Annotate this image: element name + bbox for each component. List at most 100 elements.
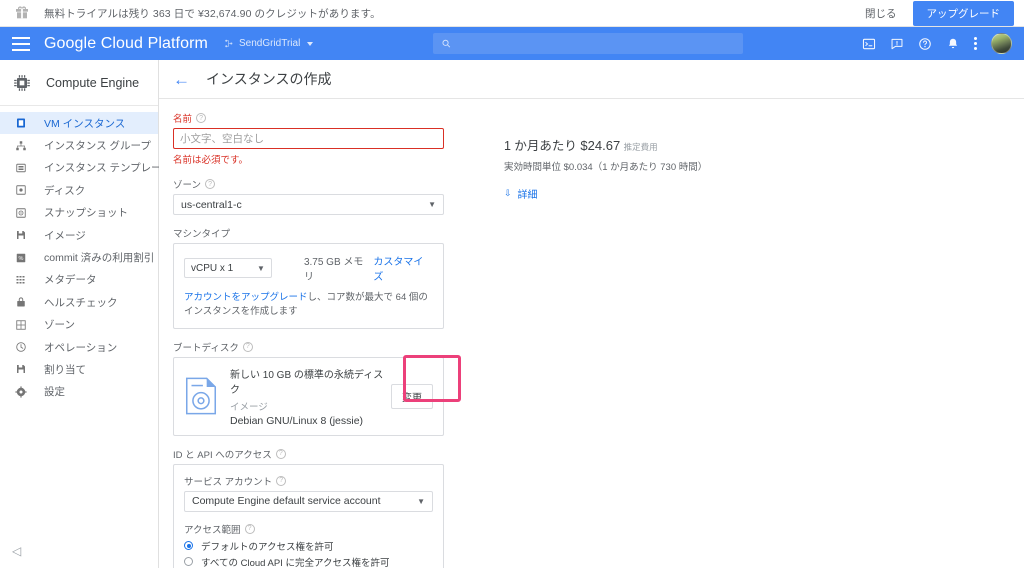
sidebar-item-label: commit 済みの利用割引 [44, 252, 155, 265]
settings-gear-icon [14, 385, 28, 399]
hamburger-menu-icon[interactable] [12, 36, 30, 51]
machine-type-label-row: マシンタイプ [173, 226, 444, 240]
trial-banner: 無料トライアルは残り 363 日で ¥32,674.90 のクレジットがあります… [0, 0, 1024, 27]
sidebar-item-images[interactable]: イメージ [0, 224, 158, 246]
search-box[interactable] [432, 33, 743, 54]
identity-api-label: ID と API へのアクセス [173, 449, 272, 461]
service-account-value: Compute Engine default service account [192, 495, 381, 508]
cpu-chip-icon [14, 74, 30, 91]
sidebar-item-instance-templates[interactable]: インスタンス テンプレート [0, 157, 172, 179]
sidebar-item-committed-discounts[interactable]: % commit 済みの利用割引 [0, 246, 158, 268]
instance-group-icon [14, 139, 28, 153]
zone-select[interactable]: us-central1-c ▼ [173, 194, 444, 215]
instance-template-icon [14, 161, 28, 175]
trial-upgrade-button[interactable]: アップグレード [912, 0, 1014, 26]
access-scope-label: アクセス範囲 [184, 524, 241, 536]
sidebar-item-label: オペレーション [44, 341, 118, 354]
help-icon[interactable]: ? [244, 523, 255, 534]
feedback-icon[interactable] [890, 37, 904, 51]
sidebar-item-vm-instances[interactable]: VM インスタンス [0, 112, 158, 135]
service-account-select[interactable]: Compute Engine default service account ▼ [184, 490, 433, 512]
name-input[interactable] [173, 128, 444, 149]
page-title: インスタンスの作成 [206, 71, 332, 87]
project-selector[interactable]: SendGridTrial [224, 38, 314, 49]
search-icon [442, 39, 450, 48]
image-icon [14, 228, 28, 242]
help-icon[interactable]: ? [276, 475, 287, 486]
sidebar-item-health-checks[interactable]: ヘルスチェック [0, 291, 158, 313]
sidebar-item-snapshots[interactable]: スナップショット [0, 202, 158, 224]
name-field-label-row: 名前 ? [173, 111, 444, 125]
price-detail-link[interactable]: ⇩ 詳細 [504, 186, 707, 201]
sidebar-collapse-button[interactable]: ◁ [12, 544, 21, 558]
name-error-message: 名前は必須です。 [173, 155, 249, 166]
radio-label: すべての Cloud API に完全アクセス権を許可 [201, 557, 390, 568]
snapshot-icon [14, 206, 28, 220]
gift-icon [16, 6, 28, 19]
identity-api-label-row: ID と API へのアクセス ? [173, 447, 444, 461]
boot-disk-image-label: イメージ [230, 401, 268, 413]
sidebar-item-label: インスタンス テンプレート [44, 162, 173, 175]
machine-type-panel: vCPU x 1 ▼ 3.75 GB メモリ カスタマイズ アカウントをアップグ… [173, 243, 444, 329]
content-area: ← インスタンスの作成 名前 ? 名前は必須です。 [159, 60, 1024, 568]
operations-icon [14, 340, 28, 354]
more-menu-icon[interactable] [974, 36, 977, 51]
boot-disk-size-label: 新しい 10 GB の標準の永続ディスク [230, 369, 384, 396]
machine-type-group: マシンタイプ vCPU x 1 ▼ 3.75 GB メモリ カスタマイズ アカウ… [173, 226, 444, 329]
chevron-down-icon: ⇩ [504, 188, 512, 198]
help-icon[interactable]: ? [196, 113, 207, 123]
customize-link[interactable]: カスタマイズ [373, 253, 433, 283]
sidebar-item-operations[interactable]: オペレーション [0, 336, 158, 358]
sidebar: Compute Engine VM インスタンス インスタンス グループ インス… [0, 60, 172, 568]
zone-icon [14, 318, 28, 332]
sidebar-item-label: イメージ [44, 229, 86, 242]
sidebar-item-label: 割り当て [44, 363, 86, 376]
vcpu-select[interactable]: vCPU x 1 ▼ [184, 258, 272, 278]
sidebar-item-instance-groups[interactable]: インスタンス グループ [0, 134, 158, 156]
help-icon[interactable]: ? [242, 341, 253, 352]
content-header: ← インスタンスの作成 [159, 60, 1024, 99]
sidebar-nav-list: VM インスタンス インスタンス グループ インスタンス テンプレート ディスク… [0, 106, 172, 403]
chevron-down-icon: ▼ [428, 200, 436, 209]
notifications-icon[interactable] [946, 37, 960, 51]
price-detail-label: 詳細 [517, 190, 538, 201]
boot-disk-icon [185, 377, 217, 415]
machine-type-row: vCPU x 1 ▼ 3.75 GB メモリ カスタマイズ [184, 253, 433, 283]
price-sub-text: 実効時間単位 $0.034（1 か月あたり 730 時間） [504, 162, 708, 173]
sidebar-item-disks[interactable]: ディスク [0, 179, 158, 201]
cloud-shell-icon[interactable] [862, 37, 876, 51]
back-arrow-icon[interactable]: ← [173, 71, 190, 88]
help-icon[interactable]: ? [275, 448, 286, 459]
price-main-row: 1 か月あたり $24.67 推定費用 [504, 135, 707, 154]
upgrade-account-link[interactable]: アカウントをアップグレード [184, 292, 308, 303]
machine-type-label: マシンタイプ [173, 229, 231, 240]
price-prefix-label: 1 か月あたり [504, 139, 577, 153]
boot-disk-label: ブートディスク [173, 342, 239, 354]
sidebar-item-metadata[interactable]: メタデータ [0, 269, 158, 291]
sidebar-item-quotas[interactable]: 割り当て [0, 358, 158, 380]
form-area: 名前 ? 名前は必須です。 ゾーン ? us-central1-c [159, 99, 1024, 568]
zone-field-label-row: ゾーン ? [173, 177, 444, 191]
boot-disk-panel: 新しい 10 GB の標準の永続ディスク イメージ Debian GNU/Lin… [173, 356, 444, 436]
boot-disk-texts: 新しい 10 GB の標準の永続ディスク イメージ Debian GNU/Lin… [230, 366, 391, 427]
avatar[interactable] [991, 33, 1012, 54]
project-name-label: SendGridTrial [238, 38, 301, 49]
trial-close-button[interactable]: 閉じる [853, 3, 909, 24]
help-icon[interactable]: ? [205, 179, 216, 189]
access-scope-option-default[interactable]: デフォルトのアクセス権を許可 [184, 539, 433, 553]
access-scope-option-full[interactable]: すべての Cloud API に完全アクセス権を許可 [184, 555, 433, 568]
sidebar-item-label: ヘルスチェック [44, 296, 118, 309]
access-scope-label-row: アクセス範囲 ? [184, 522, 433, 536]
chevron-down-icon: ▼ [257, 263, 265, 273]
sidebar-item-label: 設定 [44, 386, 65, 399]
sidebar-item-settings[interactable]: 設定 [0, 381, 158, 403]
zone-field-group: ゾーン ? us-central1-c ▼ [173, 177, 444, 215]
sidebar-item-label: メタデータ [44, 274, 97, 287]
boot-disk-change-button[interactable]: 変更 [391, 383, 433, 409]
vcpu-selected-value: vCPU x 1 [191, 262, 234, 274]
sidebar-item-zones[interactable]: ゾーン [0, 314, 158, 336]
help-icon[interactable] [918, 37, 932, 51]
search-input[interactable] [457, 36, 735, 51]
price-amount: $24.67 [580, 138, 621, 153]
service-account-label-row: サービス アカウント ? [184, 474, 433, 488]
